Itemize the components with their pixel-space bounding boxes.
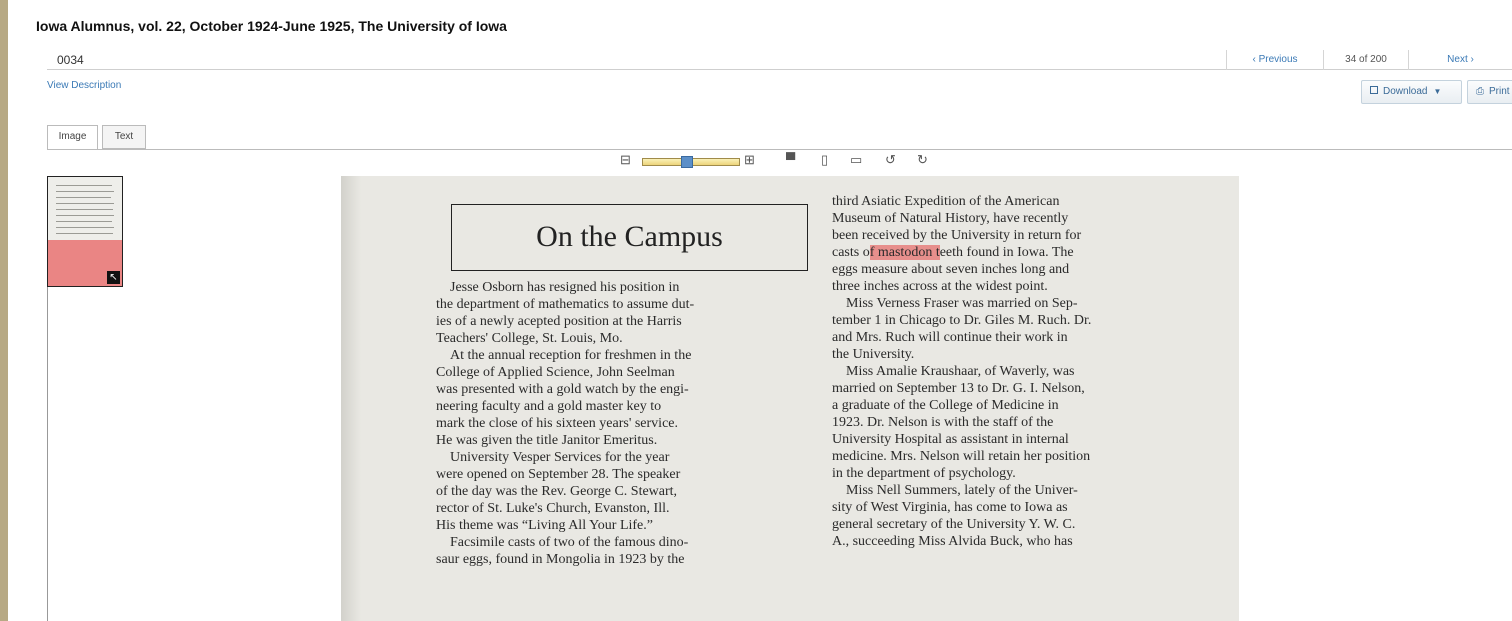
- chevron-down-icon: ▼: [1433, 87, 1442, 96]
- zoom-slider-handle[interactable]: [680, 156, 693, 168]
- tab-image[interactable]: Image: [47, 125, 98, 150]
- text-line: the department of mathematics to assume …: [436, 297, 695, 312]
- text-line-tail: eeth found in Iowa. The: [939, 245, 1074, 260]
- record-bar: 0034 ‹ Previous 34 of 200 Next ›: [47, 50, 1512, 70]
- text-line: University Hospital as assistant in inte…: [832, 432, 1069, 447]
- text-line: in the department of psychology.: [832, 466, 1016, 481]
- fit-window-icon[interactable]: ▀: [786, 152, 795, 167]
- text-line: the University.: [832, 347, 915, 362]
- text-line: ies of a newly acepted position at the H…: [436, 314, 682, 329]
- text-line: College of Applied Science, John Seelman: [436, 365, 675, 380]
- text-line: At the annual reception for freshmen in …: [450, 348, 692, 363]
- text-line: Teachers' College, St. Louis, Mo.: [436, 331, 623, 346]
- fit-page-icon[interactable]: ▯: [821, 152, 828, 168]
- document-scan: On the Campus Jesse Osborn has resigned …: [341, 176, 1239, 621]
- rotate-right-icon[interactable]: ↻: [917, 152, 928, 168]
- text-line: neering faculty and a gold master key to: [436, 399, 662, 414]
- tab-divider: [47, 149, 1512, 150]
- thumb-line: [56, 191, 114, 192]
- text-line: mark the close of his sixteen years' ser…: [436, 416, 678, 431]
- thumb-line: [56, 233, 113, 234]
- previous-link[interactable]: ‹ Previous: [1226, 50, 1323, 70]
- text-line: Jesse Osborn has resigned his position i…: [450, 280, 680, 295]
- text-line: Miss Verness Fraser was married on Sep-: [846, 296, 1078, 311]
- text-line: a graduate of the College of Medicine in: [832, 398, 1059, 413]
- view-description-link[interactable]: View Description: [47, 80, 121, 91]
- text-line: were opened on September 28. The speaker: [436, 467, 681, 482]
- thumb-line: [56, 185, 112, 186]
- right-column: third Asiatic Expedition of the American…: [832, 193, 1091, 550]
- download-button[interactable]: Download ▼: [1361, 80, 1462, 104]
- text-line: 1923. Dr. Nelson is with the staff of th…: [832, 415, 1054, 430]
- text-line: Museum of Natural History, have recently: [832, 211, 1069, 226]
- text-line: He was given the title Janitor Emeritus.: [436, 433, 658, 448]
- text-line: Miss Amalie Kraushaar, of Waverly, was: [846, 364, 1075, 379]
- scan-shadow: [341, 176, 361, 621]
- thumb-line: [56, 221, 112, 222]
- text-line: saur eggs, found in Mongolia in 1923 by …: [436, 552, 685, 567]
- text-line: eggs measure about seven inches long and: [832, 262, 1070, 277]
- thumb-line: [56, 209, 113, 210]
- text-line: rector of St. Luke's Church, Evanston, I…: [436, 501, 670, 516]
- page-thumbnail[interactable]: ↖: [47, 176, 123, 287]
- text-line: University Vesper Services for the year: [450, 450, 670, 465]
- rotate-left-icon[interactable]: ↺: [885, 152, 896, 168]
- text-line: A., succeeding Miss Alvida Buck, who has: [832, 534, 1073, 549]
- print-button[interactable]: ⎙ Print: [1467, 80, 1512, 104]
- text-line: tember 1 in Chicago to Dr. Giles M. Ruch…: [832, 313, 1092, 328]
- thumb-line: [56, 197, 111, 198]
- text-line: Miss Nell Summers, lately of the Univer-: [846, 483, 1078, 498]
- thumb-line: [56, 215, 114, 216]
- text-line: three inches across at the widest point.: [832, 279, 1048, 294]
- zoom-out-icon[interactable]: ⊟: [620, 152, 631, 168]
- text-line: His theme was “Living All Your Life.”: [436, 518, 653, 533]
- text-line: medicine. Mrs. Nelson will retain her po…: [832, 449, 1091, 464]
- document-heading: On the Campus: [536, 220, 723, 253]
- text-line: of the day was the Rev. George C. Stewar…: [436, 484, 678, 499]
- expand-icon[interactable]: ↖: [107, 271, 120, 284]
- record-id: 0034: [57, 53, 84, 67]
- tab-text[interactable]: Text: [102, 125, 146, 149]
- text-line: casts of mastodon teeth found in Iowa. T…: [832, 245, 1074, 260]
- download-label: Download: [1383, 86, 1428, 97]
- page-title: Iowa Alumnus, vol. 22, October 1924-June…: [36, 18, 507, 34]
- print-label: Print: [1489, 86, 1510, 97]
- text-line: sity of West Virginia, has come to Iowa …: [832, 500, 1068, 515]
- text-line: general secretary of the University Y. W…: [832, 517, 1076, 532]
- text-line: third Asiatic Expedition of the American: [832, 194, 1060, 209]
- text-line: and Mrs. Ruch will continue their work i…: [832, 330, 1068, 345]
- print-icon: ⎙: [1476, 86, 1484, 97]
- next-link[interactable]: Next ›: [1408, 50, 1512, 70]
- page-count: 34 of 200: [1323, 50, 1408, 70]
- zoom-in-icon[interactable]: ⊞: [744, 152, 755, 168]
- thumb-line: [56, 227, 114, 228]
- thumb-line: [56, 203, 114, 204]
- download-icon: [1370, 86, 1378, 94]
- text-line: been received by the University in retur…: [832, 228, 1082, 243]
- text-line: Facsimile casts of two of the famous din…: [450, 535, 689, 550]
- text-line: was presented with a gold watch by the e…: [436, 382, 689, 397]
- fit-width-icon[interactable]: ▭: [850, 152, 862, 168]
- text-line: married on September 13 to Dr. G. I. Nel…: [832, 381, 1085, 396]
- left-column: Jesse Osborn has resigned his position i…: [436, 279, 694, 568]
- search-highlight: f mastodon t: [869, 245, 940, 260]
